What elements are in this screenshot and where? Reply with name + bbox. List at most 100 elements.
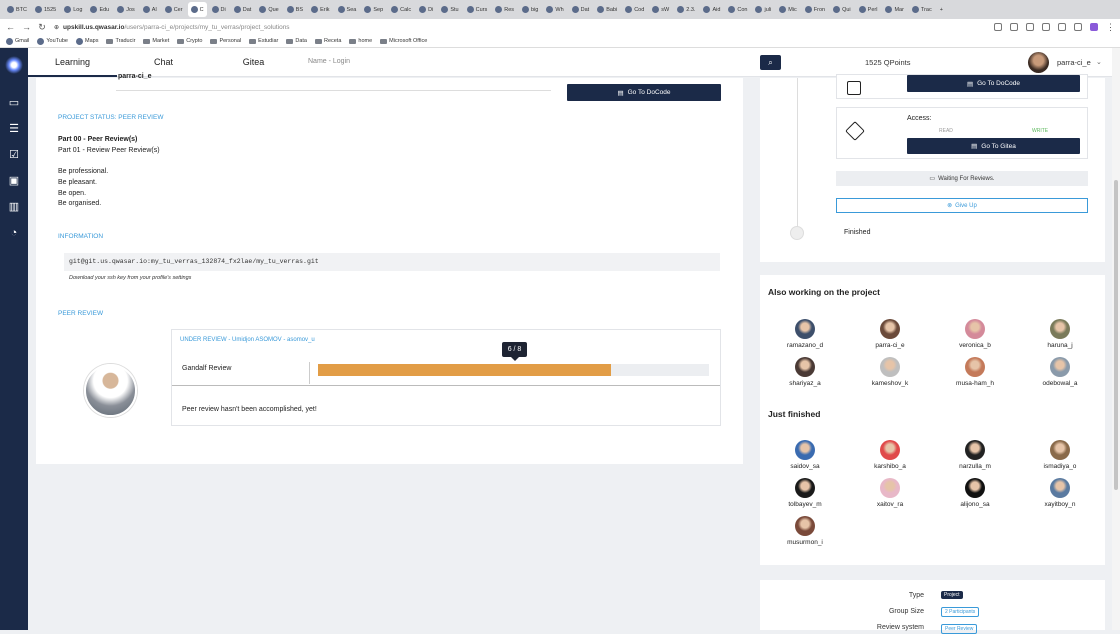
give-up-button[interactable]: ⊗ Give Up — [836, 198, 1088, 213]
search-button[interactable]: ⌕ — [760, 55, 781, 70]
browser-tab[interactable]: Dat — [569, 2, 593, 17]
participant-item[interactable]: tolbayev_m — [770, 478, 840, 508]
star-icon[interactable] — [1042, 23, 1050, 31]
puzzle-icon[interactable] — [1058, 23, 1066, 31]
participant-item[interactable]: ramazano_d — [770, 319, 840, 349]
chevron-down-icon[interactable]: ⌄ — [1096, 48, 1102, 77]
new-tab-button[interactable]: + — [937, 2, 946, 17]
browser-tab[interactable]: Cer — [162, 2, 186, 17]
browser-tab[interactable]: Edu — [87, 2, 112, 17]
browser-tab[interactable]: Mar — [882, 2, 906, 17]
go-to-docode-button[interactable]: ▤ Go To DoCode — [567, 84, 721, 101]
git-clone-url[interactable]: git@git.us.qwasar.io:my_tu_verras_132874… — [64, 253, 720, 271]
participant-item[interactable]: xaitov_ra — [855, 478, 925, 508]
scrollbar-thumb[interactable] — [1114, 180, 1118, 490]
menu-icon[interactable]: ⋮ — [1106, 22, 1115, 33]
tab-learning[interactable]: Learning — [28, 48, 117, 77]
browser-tab[interactable]: Cod — [622, 2, 647, 17]
browser-tab[interactable]: Stu — [438, 2, 461, 17]
browser-tab[interactable]: Di — [416, 2, 436, 17]
browser-tab[interactable]: sW — [649, 2, 672, 17]
browser-tab[interactable]: BTC — [4, 2, 30, 17]
participant-item[interactable]: narzulla_m — [940, 440, 1010, 470]
browser-tab[interactable]: Fron — [802, 2, 828, 17]
participant-item[interactable]: ismadiya_o — [1025, 440, 1095, 470]
participant-item[interactable]: saidov_sa — [770, 440, 840, 470]
participant-item[interactable]: musa-ham_h — [940, 357, 1010, 387]
checkbox-icon[interactable]: ☑ — [8, 149, 20, 161]
bookmark-item[interactable]: home — [349, 38, 372, 44]
participant-item[interactable]: haruna_j — [1025, 319, 1095, 349]
go-to-docode-button-right[interactable]: ▤ Go To DoCode — [907, 75, 1080, 92]
books-icon[interactable]: ▥ — [8, 201, 20, 213]
browser-tab[interactable]: juli — [752, 2, 774, 17]
bookmark-item[interactable]: Estudiar — [249, 38, 278, 44]
bookmark-item[interactable]: Traducir — [106, 38, 135, 44]
tab-favicon-icon — [804, 6, 812, 13]
browser-tab[interactable]: Sea — [335, 2, 360, 17]
bookmark-item[interactable]: Personal — [210, 38, 241, 44]
browser-tab[interactable]: Res — [492, 2, 517, 17]
zoom-icon[interactable] — [1010, 23, 1018, 31]
go-to-gitea-button[interactable]: ▤ Go To Gitea — [907, 138, 1080, 154]
participant-item[interactable]: musurmon_i — [770, 516, 840, 546]
profile-card-icon[interactable]: ▣ — [8, 175, 20, 187]
browser-tab[interactable]: Calc — [388, 2, 414, 17]
browser-tab[interactable]: Di — [209, 2, 229, 17]
browser-tab[interactable]: Que — [256, 2, 281, 17]
browser-tab[interactable]: Dat — [231, 2, 255, 17]
chat-icon[interactable]: ◔ — [8, 227, 20, 239]
qwasar-logo-icon[interactable] — [5, 56, 23, 74]
extension-icon[interactable] — [994, 23, 1002, 31]
reload-icon[interactable]: ↻ — [38, 22, 46, 33]
participant-item[interactable]: karshibo_a — [855, 440, 925, 470]
list-icon[interactable]: ☰ — [8, 123, 20, 135]
participant-item[interactable]: odebowal_a — [1025, 357, 1095, 387]
participant-item[interactable]: shariyaz_a — [770, 357, 840, 387]
bookmark-item[interactable]: Gmail — [6, 37, 29, 45]
browser-tab[interactable]: Mic — [776, 2, 800, 17]
bookmark-item[interactable]: Crypto — [177, 38, 202, 44]
browser-tab[interactable]: Aid — [700, 2, 723, 17]
browser-tab[interactable]: Sep — [361, 2, 386, 17]
browser-tab[interactable]: 2.3. — [674, 2, 698, 17]
browser-tab[interactable]: BS — [284, 2, 306, 17]
browser-tab[interactable]: Con — [725, 2, 750, 17]
participant-item[interactable]: parra-ci_e — [855, 319, 925, 349]
bookmark-item[interactable]: Data — [286, 38, 307, 44]
browser-tab[interactable]: C — [187, 2, 207, 17]
browser-tab[interactable]: Log — [61, 2, 85, 17]
browser-tab[interactable]: Erik — [308, 2, 332, 17]
bookmark-item[interactable]: Receta — [314, 38, 341, 44]
sidebar-toggle-icon[interactable] — [1074, 23, 1082, 31]
browser-tab[interactable]: Wh — [543, 2, 566, 17]
browser-tab[interactable]: Al — [140, 2, 160, 17]
share-icon[interactable] — [1026, 23, 1034, 31]
bookmark-item[interactable]: Market — [143, 38, 169, 44]
user-avatar[interactable] — [1028, 52, 1049, 73]
browser-tab[interactable]: big — [519, 2, 541, 17]
bookmark-item[interactable]: YouTube — [37, 37, 68, 45]
bookmark-item[interactable]: Microsoft Office — [380, 38, 427, 44]
back-icon[interactable]: ← — [6, 22, 15, 32]
participant-item[interactable]: xayitboy_n — [1025, 478, 1095, 508]
browser-tab[interactable]: Curs — [464, 2, 491, 17]
participant-item[interactable]: veronica_b — [940, 319, 1010, 349]
under-review-label[interactable]: UNDER REVIEW - Umidjon ASOMOV - asomov_u — [180, 337, 315, 343]
username[interactable]: parra-ci_e — [1057, 48, 1091, 77]
url-field[interactable]: ⊕ upskill.us.qwasar.io/users/parra-ci_e/… — [54, 24, 986, 31]
browser-tab[interactable]: Qui — [830, 2, 854, 17]
browser-tab[interactable]: Jos — [114, 2, 138, 17]
name-login-search[interactable]: Name - Login — [308, 48, 350, 77]
participant-item[interactable]: alijono_sa — [940, 478, 1010, 508]
browser-tab[interactable]: Babi — [594, 2, 620, 17]
tab-gitea[interactable]: Gitea — [226, 48, 281, 77]
browser-tab[interactable]: Trac — [909, 2, 935, 17]
browser-tab[interactable]: Perl — [856, 2, 881, 17]
profile-icon[interactable] — [1090, 23, 1098, 31]
participant-item[interactable]: kameshov_k — [855, 357, 925, 387]
forward-icon[interactable]: → — [22, 22, 31, 32]
browser-tab[interactable]: 1525 — [32, 2, 59, 17]
monitor-icon[interactable]: ▭ — [8, 97, 20, 109]
bookmark-item[interactable]: Maps — [76, 37, 98, 45]
